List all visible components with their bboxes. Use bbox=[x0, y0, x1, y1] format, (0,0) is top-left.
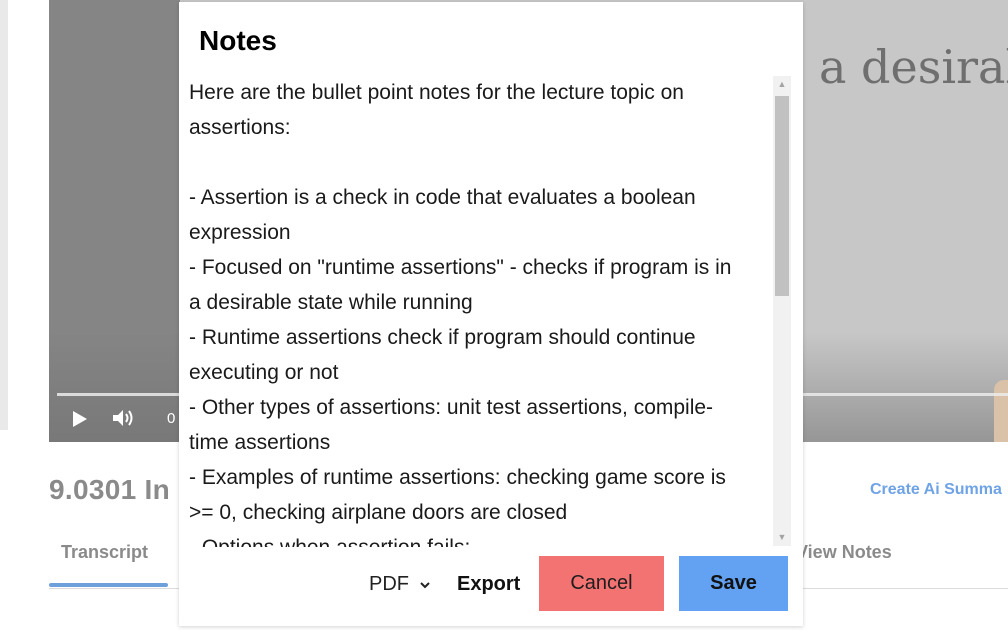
lecture-title: 9.0301 In bbox=[49, 474, 171, 505]
cancel-button[interactable]: Cancel bbox=[539, 556, 664, 611]
note-line: assertions: bbox=[189, 116, 291, 139]
video-time: 0 bbox=[167, 410, 176, 427]
format-select-value: PDF bbox=[369, 573, 409, 595]
scrollbar-thumb[interactable] bbox=[775, 96, 789, 296]
notes-text-area[interactable]: Here are the bullet point notes for the … bbox=[179, 75, 791, 547]
speaker-thumbnail bbox=[994, 380, 1008, 442]
notes-scrollbar[interactable]: ▲ ▼ bbox=[773, 76, 791, 546]
note-line: executing or not bbox=[189, 361, 339, 384]
play-icon[interactable] bbox=[69, 409, 91, 429]
note-line: - Options when assertion fails: bbox=[189, 530, 781, 547]
note-line: - Assertion is a check in code that eval… bbox=[189, 186, 696, 209]
volume-icon[interactable] bbox=[111, 406, 137, 430]
note-line: - Other types of assertions: unit test a… bbox=[189, 396, 714, 419]
note-line: time assertions bbox=[189, 431, 331, 454]
scroll-down-arrow-icon[interactable]: ▼ bbox=[773, 529, 791, 546]
page: a desirable 0 9.0301 In Create Ai Summa … bbox=[0, 0, 1008, 634]
save-button[interactable]: Save bbox=[679, 556, 788, 611]
note-line: expression bbox=[189, 221, 291, 244]
chevron-down-icon bbox=[419, 573, 431, 596]
note-blank-line bbox=[189, 145, 781, 180]
note-line: - Examples of runtime assertions: checki… bbox=[189, 466, 726, 489]
export-button[interactable]: Export bbox=[457, 573, 520, 596]
tab-transcript[interactable]: Transcript bbox=[61, 542, 148, 563]
export-format-select[interactable]: PDF bbox=[369, 573, 431, 596]
note-line: >= 0, checking airplane doors are closed bbox=[189, 501, 568, 524]
note-line: a desirable state while running bbox=[189, 291, 473, 314]
slide-text: a desirable bbox=[819, 40, 1008, 94]
notes-modal: Notes Here are the bullet point notes fo… bbox=[179, 2, 803, 626]
scroll-up-arrow-icon[interactable]: ▲ bbox=[773, 76, 791, 93]
active-tab-indicator bbox=[49, 583, 168, 587]
page-edge bbox=[0, 0, 8, 430]
note-line: - Focused on "runtime assertions" - chec… bbox=[189, 256, 732, 279]
note-line: Here are the bullet point notes for the … bbox=[189, 81, 684, 104]
tab-view-notes[interactable]: View Notes bbox=[796, 542, 892, 563]
modal-title: Notes bbox=[199, 25, 277, 56]
note-line: - Runtime assertions check if program sh… bbox=[189, 326, 696, 349]
create-ai-summary-link[interactable]: Create Ai Summa bbox=[870, 481, 1002, 499]
